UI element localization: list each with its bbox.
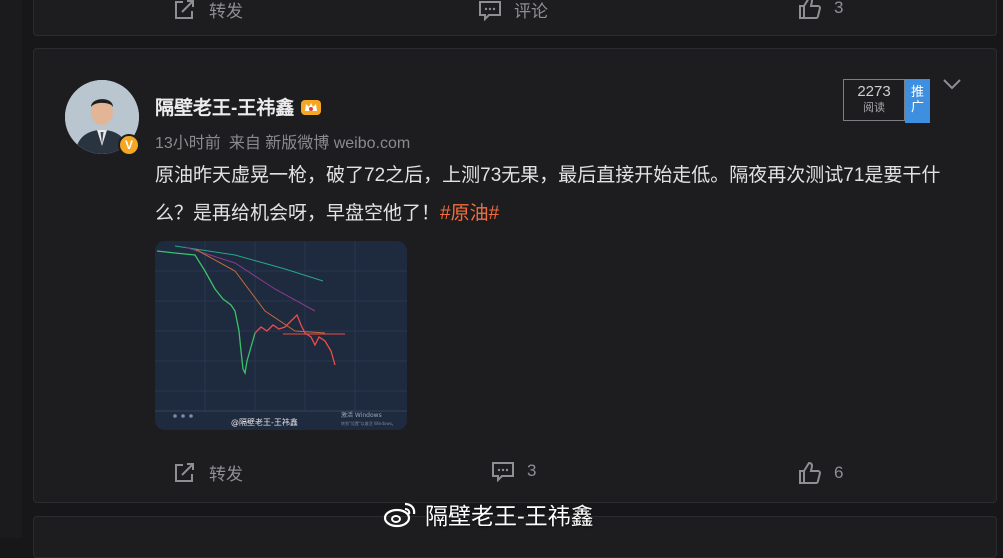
- read-count-box: 2273 阅读: [843, 79, 905, 121]
- thumbs-up-icon: [799, 462, 822, 484]
- read-label: 阅读: [863, 102, 885, 114]
- promote-button[interactable]: 推广: [905, 79, 930, 123]
- previous-post-card: 转发 评论 3: [33, 0, 997, 36]
- repost-icon: [175, 462, 194, 482]
- comment-button[interactable]: 评论: [478, 0, 548, 22]
- crown-icon[interactable]: [300, 98, 322, 116]
- comment-button[interactable]: 3: [491, 460, 536, 482]
- comment-icon: [492, 462, 514, 482]
- comment-label: 评论: [514, 2, 548, 21]
- author-row: 隔壁老王-王祎鑫: [155, 93, 322, 120]
- like-button[interactable]: 6: [798, 462, 843, 484]
- read-count: 2273: [857, 83, 891, 100]
- chevron-down-icon[interactable]: [942, 77, 962, 91]
- like-button[interactable]: 3: [798, 0, 843, 19]
- comment-count: 3: [527, 461, 537, 480]
- windows-activation-notice: 激活 Windows: [341, 411, 382, 419]
- repost-icon: [175, 0, 194, 19]
- post-text: 原油昨天虚晃一枪，破了72之后，上测73无果，最后直接开始走低。隔夜再次测试71…: [155, 165, 941, 224]
- hashtag-link[interactable]: #原油#: [440, 203, 499, 224]
- repost-button[interactable]: 转发: [173, 460, 243, 485]
- image-watermark: @隔壁老王-王祎鑫: [231, 417, 298, 427]
- windows-activation-subtext: 转到"设置"以激活 Windows。: [341, 420, 396, 426]
- repost-button[interactable]: 转发: [173, 0, 243, 22]
- post-time[interactable]: 13小时前: [155, 135, 221, 152]
- repost-label: 转发: [209, 465, 243, 484]
- like-count: 6: [834, 463, 844, 482]
- weibo-logo-icon: [383, 502, 416, 528]
- watermark-text: 隔壁老王-王祎鑫: [425, 503, 594, 529]
- repost-label: 转发: [209, 2, 243, 21]
- left-sidebar-edge: [0, 0, 22, 538]
- post-body: 原油昨天虚晃一枪，破了72之后，上测73无果，最后直接开始走低。隔夜再次测试71…: [155, 157, 975, 233]
- post-meta: 13小时前 来自 新版微博 weibo.com: [155, 129, 418, 153]
- like-count: 3: [834, 0, 844, 17]
- post-source: 来自 新版微博 weibo.com: [228, 135, 411, 152]
- verified-badge-icon: V: [118, 134, 140, 156]
- comment-icon: [479, 0, 501, 21]
- post-card: V 隔壁老王-王祎鑫 13小时前 来自 新版微博 weibo.com 原油昨天虚晃…: [33, 48, 997, 503]
- author-name[interactable]: 隔壁老王-王祎鑫: [155, 93, 294, 120]
- weibo-watermark: 隔壁老王-王祎鑫: [383, 497, 594, 531]
- thumbs-up-icon: [799, 0, 822, 19]
- post-image[interactable]: @隔壁老王-王祎鑫 激活 Windows 转到"设置"以激活 Windows。: [155, 241, 407, 430]
